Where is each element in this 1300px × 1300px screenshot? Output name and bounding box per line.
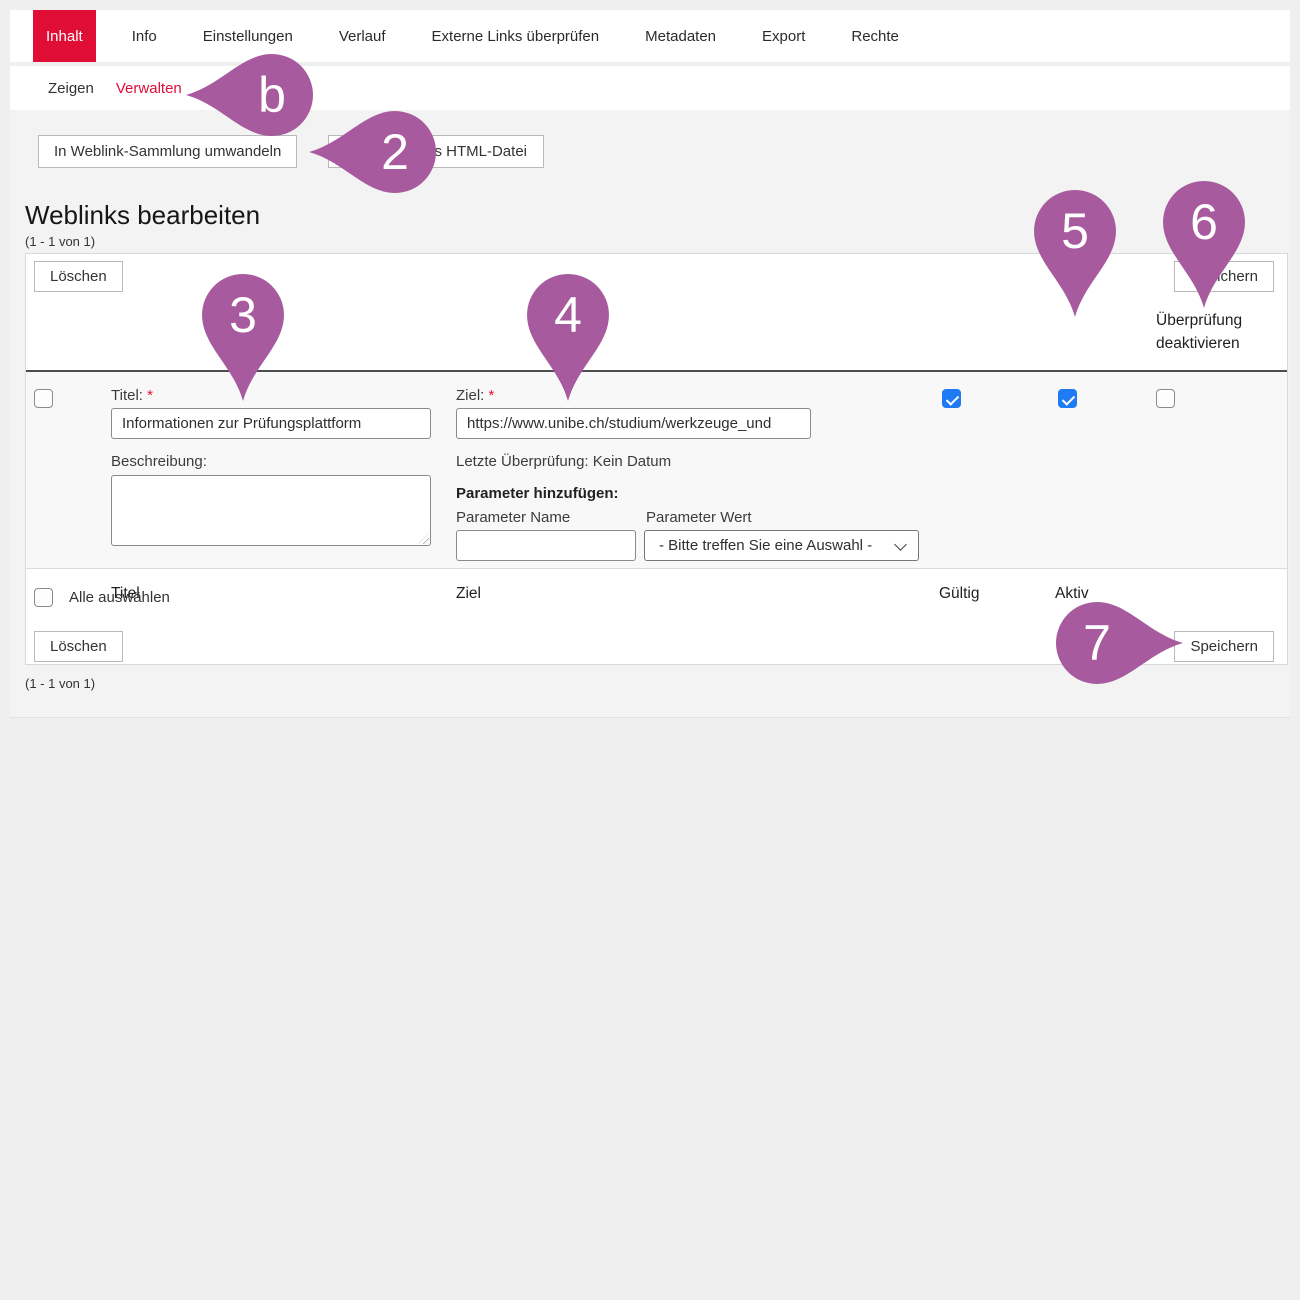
annotation-pin-5 [1034, 190, 1116, 317]
annotation-pin-4 [527, 274, 609, 401]
parameter-wert-selected-option: - Bitte treffen Sie eine Auswahl - [659, 537, 872, 554]
ziel-label: Ziel: * [456, 387, 494, 404]
delete-button-top[interactable]: Löschen [34, 261, 123, 292]
annotation-pin-b [186, 54, 313, 136]
annotation-pin-6 [1163, 181, 1245, 308]
required-asterisk: * [489, 387, 495, 404]
titel-label: Titel: * [111, 387, 153, 404]
result-range-top: (1 - 1 von 1) [25, 234, 95, 249]
beschreibung-textarea[interactable] [111, 475, 431, 546]
subtab-zeigen[interactable]: Zeigen [48, 80, 94, 97]
parameter-name-input[interactable] [456, 530, 636, 561]
save-button-bottom[interactable]: Speichern [1174, 631, 1274, 662]
tab-verlauf[interactable]: Verlauf [329, 10, 396, 62]
result-range-bottom: (1 - 1 von 1) [25, 676, 95, 691]
ueberpruefung-deaktivieren-checkbox[interactable] [1156, 389, 1175, 408]
parameter-hinzufuegen-heading: Parameter hinzufügen: [456, 485, 619, 502]
tab-info[interactable]: Info [122, 10, 167, 62]
tab-rechte[interactable]: Rechte [841, 10, 909, 62]
tab-inhalt[interactable]: Inhalt [33, 10, 96, 62]
chevron-down-icon [894, 538, 907, 551]
tab-export[interactable]: Export [752, 10, 815, 62]
column-header-ueberpruefung-deaktivieren: Überprüfung deaktivieren [1156, 309, 1281, 355]
select-all-label: Alle auswählen [69, 589, 170, 606]
parameter-wert-label: Parameter Wert [646, 509, 752, 526]
column-header-gueltig: Gültig [939, 585, 980, 603]
tab-externe-links-uberprufen[interactable]: Externe Links überprüfen [422, 10, 610, 62]
titel-input[interactable] [111, 408, 431, 439]
annotation-pin-7 [1056, 602, 1183, 684]
subtab-verwalten[interactable]: Verwalten [116, 80, 182, 97]
column-header-ziel: Ziel [456, 585, 481, 603]
annotation-pin-2 [309, 111, 436, 193]
aktiv-checkbox[interactable] [1058, 389, 1077, 408]
column-header-aktiv: Aktiv [1055, 585, 1089, 603]
convert-to-weblink-collection-button[interactable]: In Weblink-Sammlung umwandeln [38, 135, 297, 168]
row-select-checkbox[interactable] [34, 389, 53, 408]
required-asterisk: * [147, 387, 153, 404]
letzte-ueberpruefung-text: Letzte Überprüfung: Kein Datum [456, 453, 671, 470]
beschreibung-label: Beschreibung: [111, 453, 207, 470]
parameter-name-label: Parameter Name [456, 509, 570, 526]
annotation-pin-3 [202, 274, 284, 401]
gueltig-checkbox[interactable] [942, 389, 961, 408]
page-title: Weblinks bearbeiten [25, 200, 260, 231]
page: InhaltInfoEinstellungenVerlaufExterne Li… [0, 0, 1300, 1300]
select-all-checkbox[interactable] [34, 588, 53, 607]
ziel-input[interactable] [456, 408, 811, 439]
tab-metadaten[interactable]: Metadaten [635, 10, 726, 62]
parameter-wert-select[interactable]: - Bitte treffen Sie eine Auswahl - [644, 530, 919, 561]
delete-button-bottom[interactable]: Löschen [34, 631, 123, 662]
